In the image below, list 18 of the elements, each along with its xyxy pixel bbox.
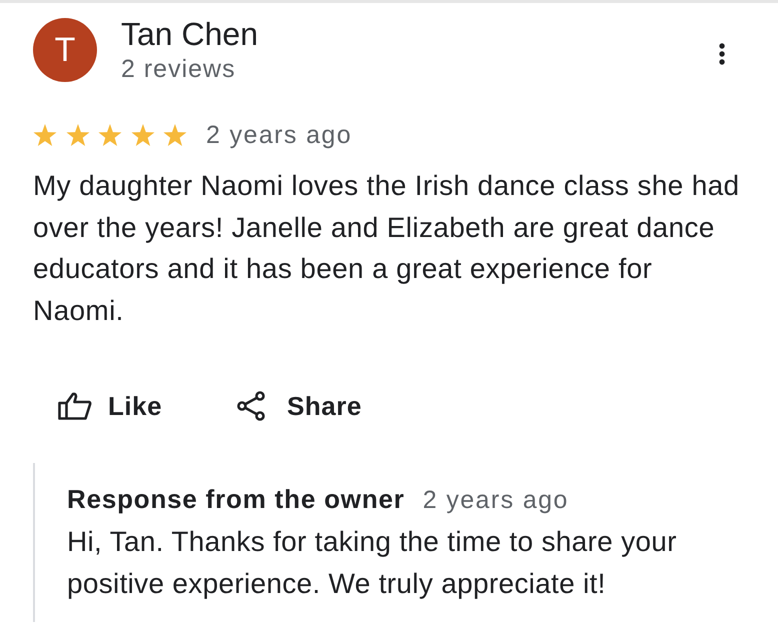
review-time: 2 years ago — [206, 120, 352, 150]
star-icon — [98, 124, 122, 146]
share-icon — [237, 391, 266, 421]
star-icon — [130, 124, 154, 146]
like-button[interactable]: Like — [42, 382, 178, 430]
response-text: Hi, Tan. Thanks for taking the time to share your positive experience. We truly appreciate it! — [67, 525, 678, 601]
response-time: 2 years ago — [422, 485, 569, 516]
review-count: 2 reviews — [121, 54, 236, 85]
share-button[interactable]: Share — [221, 382, 378, 430]
star-icon — [33, 124, 57, 146]
response-title: Response from the owner — [67, 483, 405, 516]
thumbs-up-icon — [58, 392, 92, 420]
author-name: Tan Chen — [121, 15, 258, 53]
avatar: T — [33, 18, 97, 82]
star-icon — [66, 124, 90, 146]
review-text: My daughter Naomi loves the Irish dance class she had over the years! Janelle and Elizabeth are great dance educators and it has been a great experience for Naomi. — [33, 169, 740, 328]
more-icon — [719, 43, 725, 65]
star-icon — [163, 124, 187, 146]
